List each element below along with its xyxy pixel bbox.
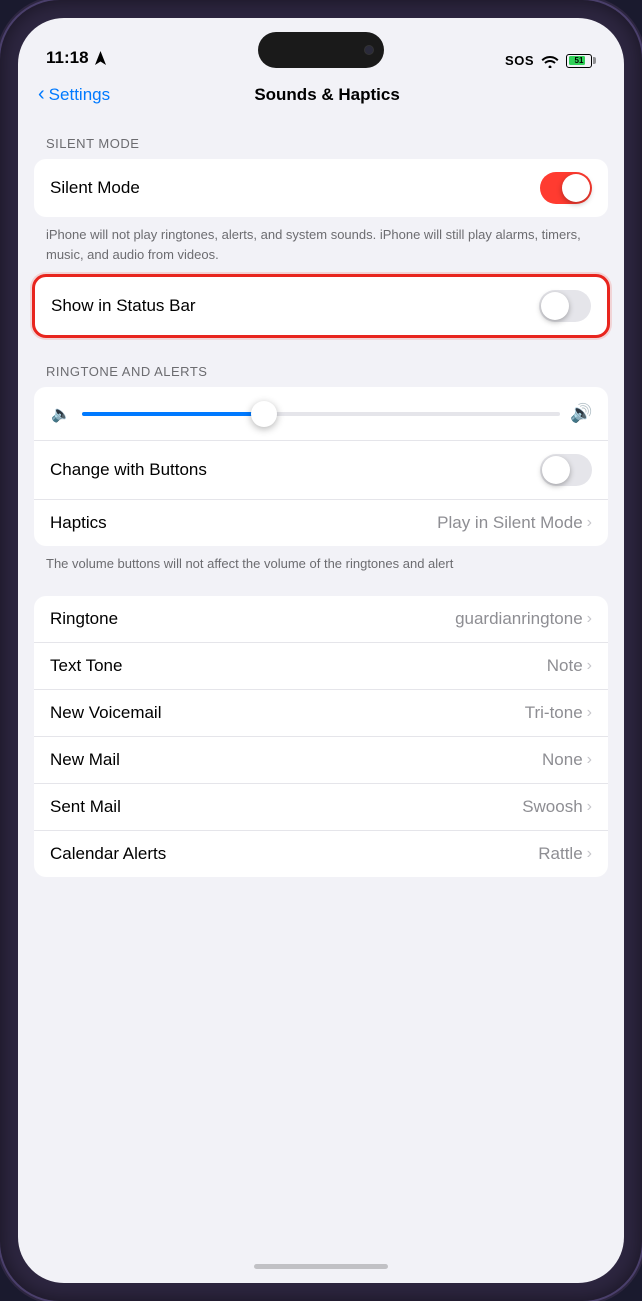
show-status-bar-row: Show in Status Bar [35, 277, 607, 335]
sent-mail-setting: Swoosh [522, 797, 582, 817]
change-with-buttons-label: Change with Buttons [50, 460, 207, 480]
haptics-row[interactable]: Haptics Play in Silent Mode › [34, 500, 608, 546]
dynamic-island [258, 32, 384, 68]
status-right: SOS 51 [505, 53, 596, 68]
sound-list-card: Ringtone guardianringtone › Text Tone No… [34, 596, 608, 877]
text-tone-value: Note › [547, 656, 592, 676]
nav-header: ‹ Settings Sounds & Haptics [18, 76, 624, 118]
show-status-bar-toggle[interactable] [539, 290, 591, 322]
new-mail-chevron-icon: › [587, 751, 592, 769]
battery-level: 51 [567, 56, 591, 65]
ringtone-alerts-section-label: RINGTONE AND ALERTS [18, 346, 624, 387]
new-mail-setting: None [542, 750, 583, 770]
back-button[interactable]: ‹ Settings [38, 84, 110, 106]
silent-mode-section-label: SILENT MODE [18, 118, 624, 159]
volume-low-icon: 🔈 [50, 404, 72, 424]
toggle-knob-3 [542, 456, 570, 484]
silent-mode-toggle[interactable] [540, 172, 592, 204]
camera-dot [364, 45, 374, 55]
toggle-knob [562, 174, 590, 202]
silent-mode-row: Silent Mode [34, 159, 608, 217]
new-mail-label: New Mail [50, 750, 120, 770]
text-tone-row[interactable]: Text Tone Note › [34, 643, 608, 690]
calendar-alerts-row[interactable]: Calendar Alerts Rattle › [34, 831, 608, 877]
ringtone-alerts-card: 🔈 🔊 Change with Buttons Haptics [34, 387, 608, 546]
new-voicemail-row[interactable]: New Voicemail Tri-tone › [34, 690, 608, 737]
battery-indicator: 51 [566, 54, 596, 68]
text-tone-label: Text Tone [50, 656, 122, 676]
volume-slider-fill [82, 412, 264, 416]
wifi-icon [541, 54, 559, 68]
ringtone-chevron-icon: › [587, 610, 592, 628]
toggle-knob-2 [541, 292, 569, 320]
ringtone-setting: guardianringtone [455, 609, 583, 629]
page-title: Sounds & Haptics [110, 85, 544, 105]
calendar-alerts-value: Rattle › [538, 844, 592, 864]
text-tone-setting: Note [547, 656, 583, 676]
sent-mail-value: Swoosh › [522, 797, 592, 817]
calendar-alerts-setting: Rattle [538, 844, 582, 864]
new-mail-value: None › [542, 750, 592, 770]
haptics-setting: Play in Silent Mode [437, 513, 583, 533]
scroll-content: SILENT MODE Silent Mode iPhone will not … [18, 118, 624, 1249]
haptics-label: Haptics [50, 513, 107, 533]
new-voicemail-value: Tri-tone › [525, 703, 592, 723]
volume-high-icon: 🔊 [570, 403, 592, 424]
show-status-bar-label: Show in Status Bar [51, 296, 196, 316]
new-voicemail-label: New Voicemail [50, 703, 162, 723]
ringtone-label: Ringtone [50, 609, 118, 629]
time-display: 11:18 [46, 48, 89, 68]
silent-mode-description: iPhone will not play ringtones, alerts, … [18, 217, 624, 268]
calendar-alerts-chevron-icon: › [587, 845, 592, 863]
volume-row: 🔈 🔊 [34, 387, 608, 441]
phone-screen: 11:18 SOS 51 [18, 18, 624, 1283]
haptics-chevron-icon: › [587, 514, 592, 532]
volume-slider-track[interactable] [82, 412, 560, 416]
volume-slider-thumb[interactable] [251, 401, 277, 427]
phone-frame: 11:18 SOS 51 [0, 0, 642, 1301]
show-status-bar-card: Show in Status Bar [32, 274, 610, 338]
text-tone-chevron-icon: › [587, 657, 592, 675]
change-with-buttons-row: Change with Buttons [34, 441, 608, 500]
back-chevron-icon: ‹ [38, 83, 45, 106]
new-voicemail-chevron-icon: › [587, 704, 592, 722]
ringtone-value: guardianringtone › [455, 609, 592, 629]
calendar-alerts-label: Calendar Alerts [50, 844, 166, 864]
home-bar [254, 1264, 388, 1269]
new-mail-row[interactable]: New Mail None › [34, 737, 608, 784]
ringtone-description: The volume buttons will not affect the v… [18, 546, 624, 578]
home-indicator [18, 1249, 624, 1283]
sent-mail-row[interactable]: Sent Mail Swoosh › [34, 784, 608, 831]
silent-mode-card: Silent Mode [34, 159, 608, 217]
haptics-value: Play in Silent Mode › [437, 513, 592, 533]
back-label: Settings [49, 85, 110, 105]
new-voicemail-setting: Tri-tone [525, 703, 583, 723]
location-icon [95, 51, 106, 65]
ringtone-row[interactable]: Ringtone guardianringtone › [34, 596, 608, 643]
change-with-buttons-toggle[interactable] [540, 454, 592, 486]
sent-mail-chevron-icon: › [587, 798, 592, 816]
sos-indicator: SOS [505, 53, 534, 68]
silent-mode-label: Silent Mode [50, 178, 140, 198]
status-time: 11:18 [46, 48, 106, 68]
sent-mail-label: Sent Mail [50, 797, 121, 817]
